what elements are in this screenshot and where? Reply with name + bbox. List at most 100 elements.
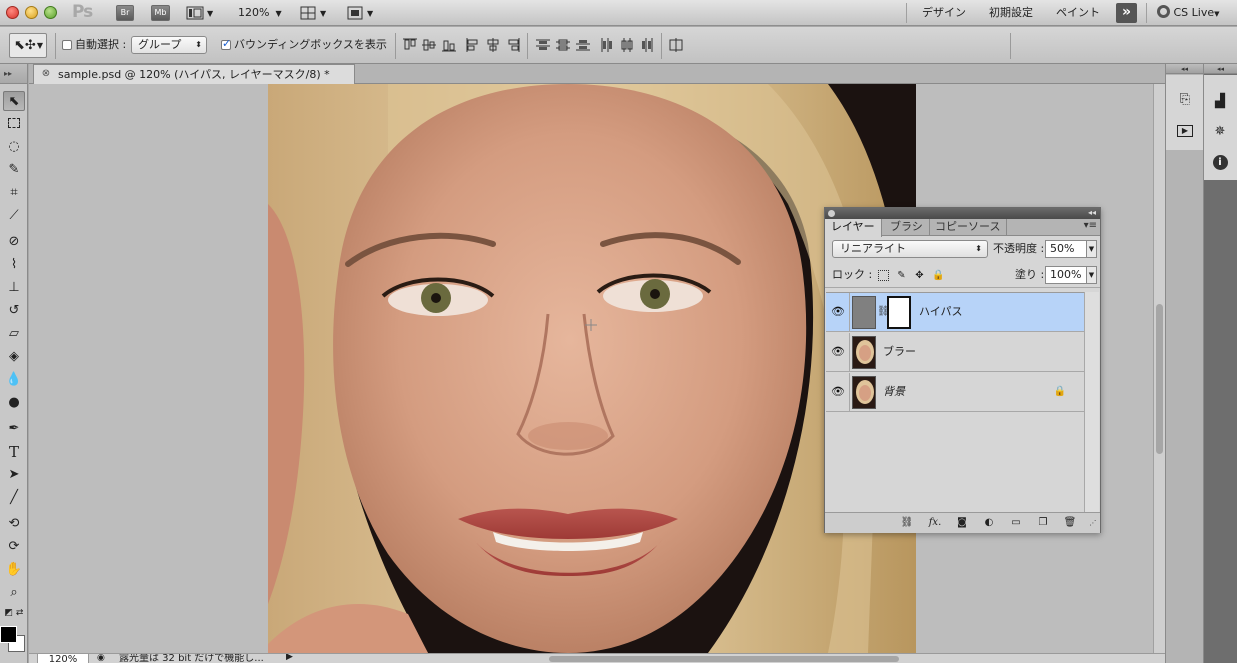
eraser-tool[interactable]: ▱ — [3, 324, 25, 344]
tool-preset-picker[interactable]: ⬉✣ ▼ — [9, 33, 47, 58]
swap-colors-button[interactable]: ◩ ⇄ — [3, 606, 25, 620]
type-tool[interactable]: T — [3, 442, 25, 462]
workspace-design[interactable]: デザイン — [922, 5, 966, 21]
distribute-vertical-centers-icon[interactable] — [555, 37, 571, 53]
layer-row-blur[interactable]: 👁 ブラー — [826, 333, 1084, 372]
lock-all-icon[interactable]: 🔒 — [932, 270, 944, 281]
lock-transparency-icon[interactable] — [878, 270, 889, 281]
link-layers-icon[interactable]: ⛓ — [899, 516, 915, 530]
tools-panel-header[interactable]: ▸▸ — [0, 64, 27, 84]
paint-bucket-tool[interactable]: ◈ — [3, 347, 25, 367]
3d-rotate-tool[interactable]: ⟲ — [3, 514, 25, 534]
lock-position-icon[interactable]: ✥ — [914, 270, 925, 281]
layers-list-scrollbar[interactable] — [1084, 292, 1099, 512]
actions-panel-button[interactable]: ▶ — [1174, 119, 1196, 141]
dodge-tool[interactable]: ● — [3, 393, 25, 413]
auto-select-target-select[interactable]: グループ ⬍ — [131, 36, 207, 54]
canvas-vertical-scrollbar[interactable] — [1153, 84, 1165, 653]
more-workspaces-button[interactable]: » — [1116, 3, 1137, 23]
horizontal-scrollbar-thumb[interactable] — [549, 656, 899, 662]
crop-tool[interactable]: ⌗ — [3, 183, 25, 203]
align-bottom-edges-icon[interactable] — [441, 37, 457, 53]
align-horizontal-centers-icon[interactable] — [485, 37, 501, 53]
distribute-horizontal-centers-icon[interactable] — [619, 37, 635, 53]
line-tool[interactable]: ╱ — [3, 488, 25, 508]
close-tab-icon[interactable]: ⊗ — [40, 68, 52, 80]
trash-icon[interactable]: 🗑 — [1062, 516, 1078, 530]
zoom-tool[interactable]: ⌕ — [3, 583, 25, 603]
close-panel-icon[interactable] — [828, 210, 835, 217]
document-tab[interactable]: ⊗ sample.psd @ 120% (ハイパス, レイヤーマスク/8) * — [33, 64, 355, 84]
tab-clone-source[interactable]: コピーソース — [929, 219, 1008, 236]
new-layer-icon[interactable]: ❐ — [1035, 516, 1051, 530]
hand-tool[interactable]: ✋ — [3, 560, 25, 580]
distribute-right-edges-icon[interactable] — [639, 37, 655, 53]
layer-row-highpass[interactable]: 👁 ⛓ ハイパス — [826, 293, 1084, 332]
move-tool[interactable]: ⬉ — [3, 91, 25, 111]
new-group-folder-icon[interactable]: ▭ — [1008, 516, 1024, 530]
eyedropper-tool[interactable]: ⟋ — [3, 206, 25, 226]
3d-orbit-tool[interactable]: ⟳ — [3, 537, 25, 557]
cs-live-menu[interactable]: CS Live▼ — [1157, 5, 1220, 22]
extras-menu[interactable]: ▼ — [186, 5, 213, 22]
panel-menu-icon[interactable]: ▾≡ — [1084, 220, 1097, 231]
zoom-level-menu[interactable]: 120% ▼ — [238, 5, 282, 22]
workspace-essentials[interactable]: 初期設定 — [989, 5, 1033, 21]
blend-mode-select[interactable]: リニアライト ⬍ — [832, 240, 988, 258]
visibility-eye-icon[interactable]: 👁 — [831, 306, 845, 318]
tab-layers[interactable]: レイヤー — [825, 219, 882, 237]
bridge-button[interactable]: Br — [116, 5, 134, 21]
lasso-tool[interactable]: ◌ — [3, 137, 25, 157]
blur-tool[interactable]: 💧 — [3, 370, 25, 390]
status-menu-arrow-icon[interactable]: ▶ — [286, 654, 293, 662]
zoom-window-button[interactable] — [44, 6, 57, 19]
history-brush-tool[interactable]: ↺ — [3, 301, 25, 321]
history-panel-button[interactable]: ⎘ — [1174, 89, 1196, 111]
layers-panel-titlebar[interactable]: ◂◂ — [825, 208, 1100, 219]
add-mask-icon[interactable]: ◙ — [954, 516, 970, 530]
distribute-left-edges-icon[interactable] — [599, 37, 615, 53]
info-panel-button[interactable]: i — [1209, 151, 1231, 173]
minimize-window-button[interactable] — [25, 6, 38, 19]
adjustment-layer-icon[interactable]: ◐ — [981, 516, 997, 530]
spot-healing-tool[interactable]: ⊘ — [3, 232, 25, 252]
status-info-icon[interactable]: ◉ — [97, 654, 105, 663]
fill-input[interactable]: 100% — [1045, 266, 1087, 284]
arrange-documents-menu[interactable]: ▼ — [300, 5, 326, 22]
layer-mask-thumbnail[interactable] — [887, 296, 911, 329]
foreground-color-swatch[interactable] — [0, 626, 17, 643]
align-top-edges-icon[interactable] — [402, 37, 418, 53]
close-window-button[interactable] — [6, 6, 19, 19]
dock-collapse-button[interactable]: ◂◂ — [1166, 64, 1203, 74]
histogram-panel-button[interactable]: ▟ — [1209, 91, 1231, 113]
fill-slider-toggle[interactable]: ▼ — [1087, 266, 1097, 284]
distribute-top-edges-icon[interactable] — [535, 37, 551, 53]
pen-tool[interactable]: ✒ — [3, 419, 25, 439]
opacity-slider-toggle[interactable]: ▼ — [1087, 240, 1097, 258]
layer-row-background[interactable]: 👁 背景 🔒 — [826, 373, 1084, 412]
brush-tool[interactable]: ⌇ — [3, 255, 25, 275]
screen-mode-menu[interactable]: ▼ — [347, 5, 373, 22]
distribute-bottom-edges-icon[interactable] — [575, 37, 591, 53]
status-zoom-field[interactable]: 120% — [37, 654, 89, 663]
align-vertical-centers-icon[interactable] — [421, 37, 437, 53]
dock-expand-button[interactable]: ◂◂ — [1204, 64, 1237, 74]
path-selection-tool[interactable]: ➤ — [3, 465, 25, 485]
align-right-edges-icon[interactable] — [505, 37, 521, 53]
navigator-panel-button[interactable]: ✵ — [1209, 121, 1231, 143]
auto-align-layers-icon[interactable] — [668, 37, 684, 53]
mini-bridge-button[interactable]: Mb — [151, 5, 170, 21]
collapse-panel-icon[interactable]: ◂◂ — [1088, 207, 1096, 218]
visibility-eye-icon[interactable]: 👁 — [831, 346, 845, 358]
visibility-eye-icon[interactable]: 👁 — [831, 386, 845, 398]
lock-pixels-icon[interactable]: ✎ — [896, 270, 907, 281]
marquee-tool[interactable] — [3, 114, 25, 134]
opacity-input[interactable]: 50% — [1045, 240, 1087, 258]
layer-style-fx-icon[interactable]: fx. — [927, 516, 943, 530]
clone-stamp-tool[interactable]: ⊥ — [3, 278, 25, 298]
tab-brush[interactable]: ブラシ — [884, 219, 930, 236]
show-bounding-box-checkbox[interactable] — [221, 37, 231, 50]
align-left-edges-icon[interactable] — [465, 37, 481, 53]
auto-select-checkbox[interactable] — [62, 40, 72, 50]
scrollbar-thumb[interactable] — [1156, 304, 1163, 454]
